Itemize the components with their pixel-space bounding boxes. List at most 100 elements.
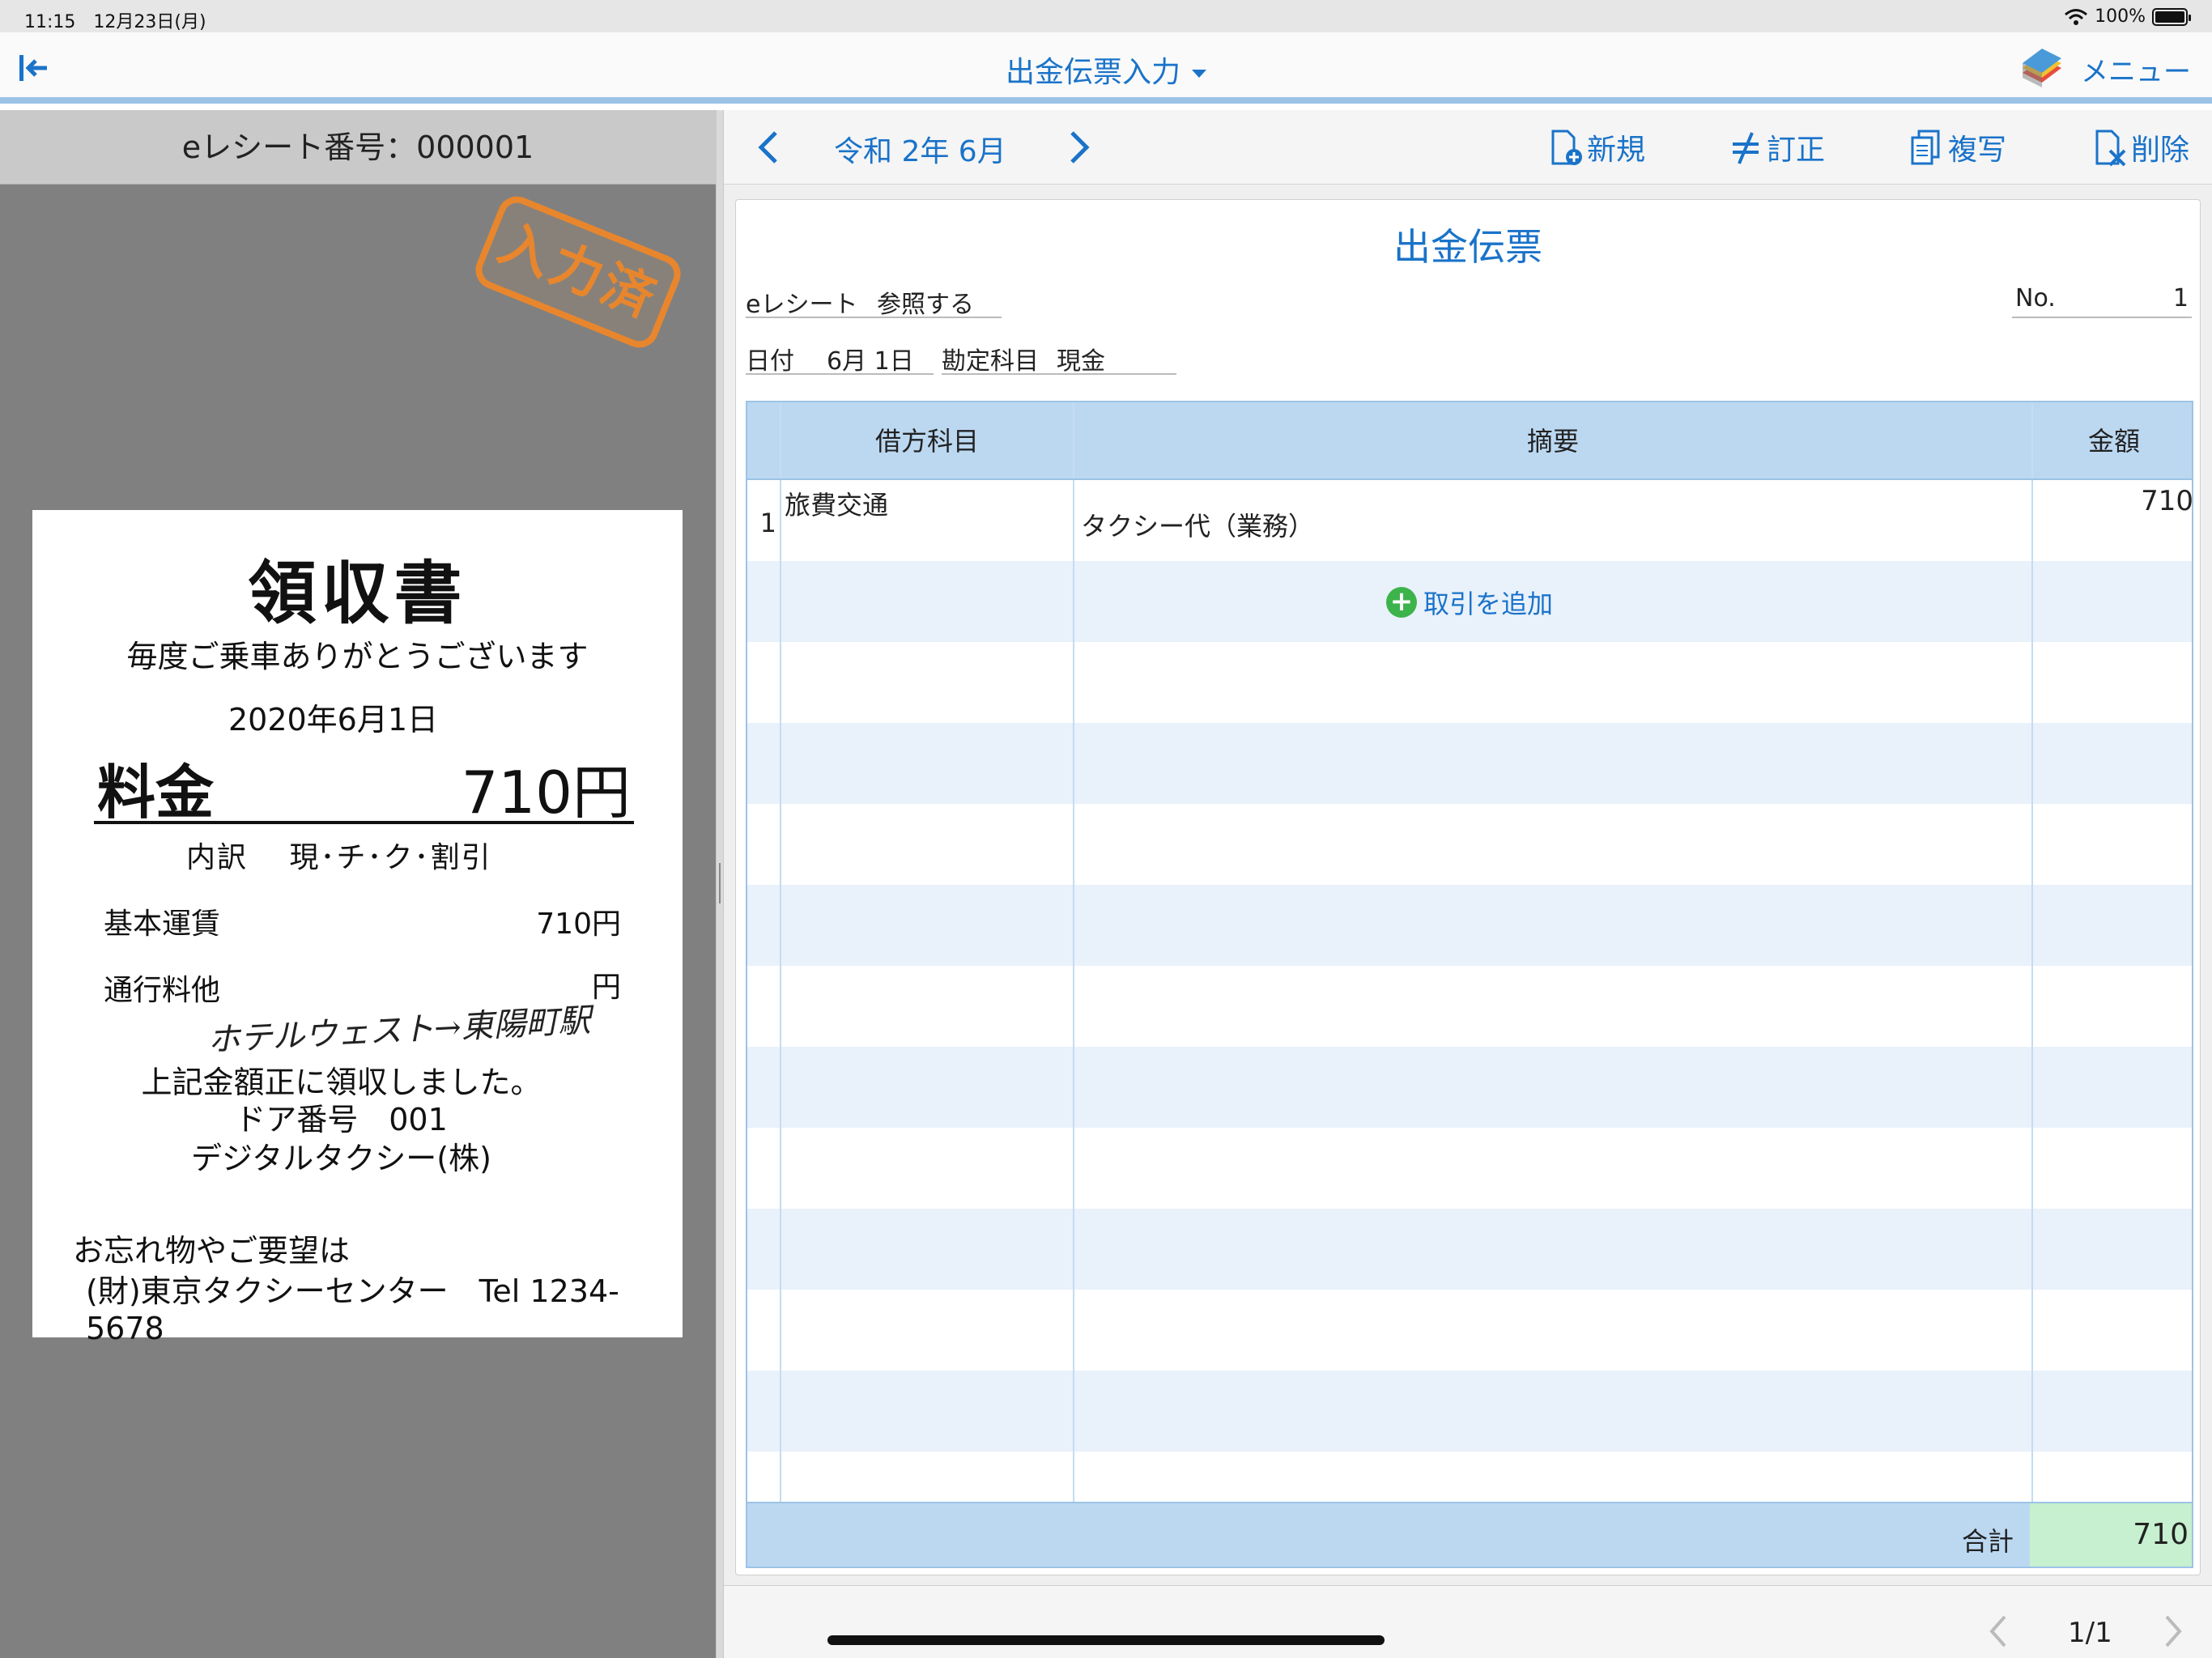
row-no: 1 xyxy=(759,508,776,538)
receipt-base-label: 基本運賃 xyxy=(104,908,221,941)
row-debit: 旅費交通 xyxy=(785,490,889,521)
receipt-fee-label: 料金 xyxy=(97,759,215,827)
copy-button[interactable]: 複写 xyxy=(1909,126,2006,168)
chevron-right-icon[interactable] xyxy=(1062,130,1095,165)
battery-icon xyxy=(2152,7,2191,26)
entered-stamp: 入力済 xyxy=(470,190,687,354)
receipt-company: デジタルタクシー(株) xyxy=(191,1141,491,1176)
books-icon xyxy=(2023,49,2061,87)
new-button[interactable]: 新規 xyxy=(1548,126,1645,168)
header-summary: 摘要 xyxy=(1074,402,2033,478)
receipt-breakdown: 内訳 現･チ･ク･割引 xyxy=(186,841,492,874)
menu-button[interactable]: メニュー xyxy=(2018,49,2191,89)
pager: 1/1 xyxy=(724,1585,2212,1658)
header-no xyxy=(747,402,781,478)
receipt-center: (財)東京タクシーセンター Tel 1234-5678 xyxy=(86,1273,619,1346)
status-time: 11:15 12月23日(月) xyxy=(24,12,206,32)
row-amount: 710 xyxy=(2141,485,2193,517)
slip-toolbar: 令和 2年 6月 新規 訂正 複写 削除 xyxy=(724,110,2212,185)
add-transaction-label: 取引を追加 xyxy=(1423,589,1553,619)
empty-row[interactable] xyxy=(747,1047,2192,1128)
home-indicator[interactable] xyxy=(827,1635,1385,1645)
battery-percent: 100% xyxy=(2095,6,2146,27)
copy-icon xyxy=(1911,130,1940,165)
ereceipt-field[interactable]: eレシート 参照する xyxy=(746,281,1002,319)
ereceipt-number: eレシート番号：000001 xyxy=(0,110,716,185)
receipt-greeting: 毎度ご乗車ありがとうございます xyxy=(126,639,589,674)
slip-title: 出金伝票 xyxy=(1393,225,1542,269)
payment-slip: 出金伝票 eレシート 参照する No. 1 日付 6月 1日 勘定科目 現金 借… xyxy=(735,199,2201,1575)
delete-label: 削除 xyxy=(2131,134,2190,167)
date-field[interactable]: 日付 6月 1日 xyxy=(746,338,934,376)
add-transaction-button[interactable]: + 取引を追加 xyxy=(747,584,2192,621)
new-document-icon xyxy=(1551,130,1582,165)
receipt-underline xyxy=(94,821,634,824)
receipt-date: 2020年6月1日 xyxy=(228,702,439,738)
menu-label: メニュー xyxy=(2081,55,2191,88)
copy-label: 複写 xyxy=(1948,134,2007,167)
receipt-door: ドア番号 001 xyxy=(235,1102,448,1137)
chevron-left-icon[interactable] xyxy=(753,130,785,165)
receipt-fee-value: 710円 xyxy=(461,759,631,827)
empty-row[interactable] xyxy=(747,1128,2192,1209)
page-next-icon[interactable] xyxy=(2162,1613,2186,1649)
receipt-toll-value: 円 xyxy=(591,971,621,1004)
receipt-image[interactable]: 領収書 毎度ご乗車ありがとうございます 2020年6月1日 料金 710円 内訳… xyxy=(32,510,683,1346)
total-row: 合計 710 xyxy=(747,1502,2192,1567)
page-count: 1/1 xyxy=(2068,1617,2112,1649)
total-label: 合計 xyxy=(1961,1526,2014,1557)
add-transaction-row: + 取引を追加 xyxy=(747,561,2192,642)
receipt-panel: eレシート番号：000001 入力済 領収書 毎度ご乗車ありがとうございます 2… xyxy=(0,110,716,1658)
empty-row[interactable] xyxy=(747,804,2192,885)
receipt-handwritten-note: ホテルウェスト→東陽町駅 xyxy=(206,1001,592,1060)
status-bar: 11:15 12月23日(月) 100% xyxy=(0,0,2212,32)
page-prev-icon[interactable] xyxy=(1985,1613,2010,1649)
no-value: 1 xyxy=(2172,284,2189,312)
status-right: 100% xyxy=(2064,6,2191,27)
delete-document-icon xyxy=(2095,130,2126,167)
header-amount: 金額 xyxy=(2087,426,2140,457)
wifi-icon xyxy=(2065,8,2088,25)
correction-icon xyxy=(1733,132,1759,164)
total-value: 710 xyxy=(2030,1503,2192,1567)
empty-row[interactable] xyxy=(747,1452,2192,1502)
empty-row[interactable] xyxy=(747,723,2192,804)
table-header: 借方科目 摘要 金額 xyxy=(747,402,2192,480)
ereceipt-label: eレシート xyxy=(746,291,858,319)
empty-row[interactable] xyxy=(747,642,2192,723)
no-label: No. xyxy=(2015,284,2056,312)
receipt-title: 領収書 xyxy=(248,554,467,633)
entries-table: 借方科目 摘要 金額 1 旅費交通 タクシー代（業務） 710 + 取引を追加 xyxy=(746,401,2193,1568)
slip-number-field[interactable]: No. 1 xyxy=(2012,281,2192,318)
correct-button[interactable]: 訂正 xyxy=(1728,126,1825,168)
table-row[interactable]: 1 旅費交通 タクシー代（業務） 710 xyxy=(747,480,2193,561)
chevron-down-icon xyxy=(1192,70,1206,78)
divider-grip[interactable] xyxy=(719,863,721,903)
split-divider[interactable] xyxy=(716,110,724,1658)
screen-title: 出金伝票入力 xyxy=(1005,56,1180,89)
header-debit: 借方科目 xyxy=(781,402,1074,478)
receipt-base-value: 710円 xyxy=(536,908,621,941)
correct-label: 訂正 xyxy=(1767,134,1826,167)
nav-bar: 出金伝票入力 メニュー xyxy=(0,32,2212,104)
screen-title-dropdown[interactable]: 出金伝票入力 xyxy=(0,49,2212,91)
period-label[interactable]: 令和 2年 6月 xyxy=(834,128,1006,170)
empty-row[interactable] xyxy=(747,885,2192,966)
delete-button[interactable]: 削除 xyxy=(2092,126,2189,168)
date-value: 6月 1日 xyxy=(827,347,914,376)
empty-row[interactable] xyxy=(747,1290,2192,1371)
new-label: 新規 xyxy=(1587,134,1646,167)
empty-row[interactable] xyxy=(747,1209,2192,1290)
plus-icon: + xyxy=(1385,587,1417,618)
row-summary: タクシー代（業務） xyxy=(1081,511,1315,542)
account-label: 勘定科目 xyxy=(942,347,1039,376)
receipt-toll-label: 通行料他 xyxy=(104,974,221,1007)
date-label: 日付 xyxy=(746,347,794,376)
ereceipt-value: 参照する xyxy=(877,291,974,319)
receipt-lost: お忘れ物やご要望は xyxy=(73,1233,351,1269)
empty-row[interactable] xyxy=(747,1371,2192,1452)
account-value: 現金 xyxy=(1057,347,1105,376)
slip-panel: 令和 2年 6月 新規 訂正 複写 削除 出金伝票 eレシート 参照する No.… xyxy=(724,110,2212,1658)
account-field[interactable]: 勘定科目 現金 xyxy=(942,338,1176,376)
empty-row[interactable] xyxy=(747,966,2192,1047)
